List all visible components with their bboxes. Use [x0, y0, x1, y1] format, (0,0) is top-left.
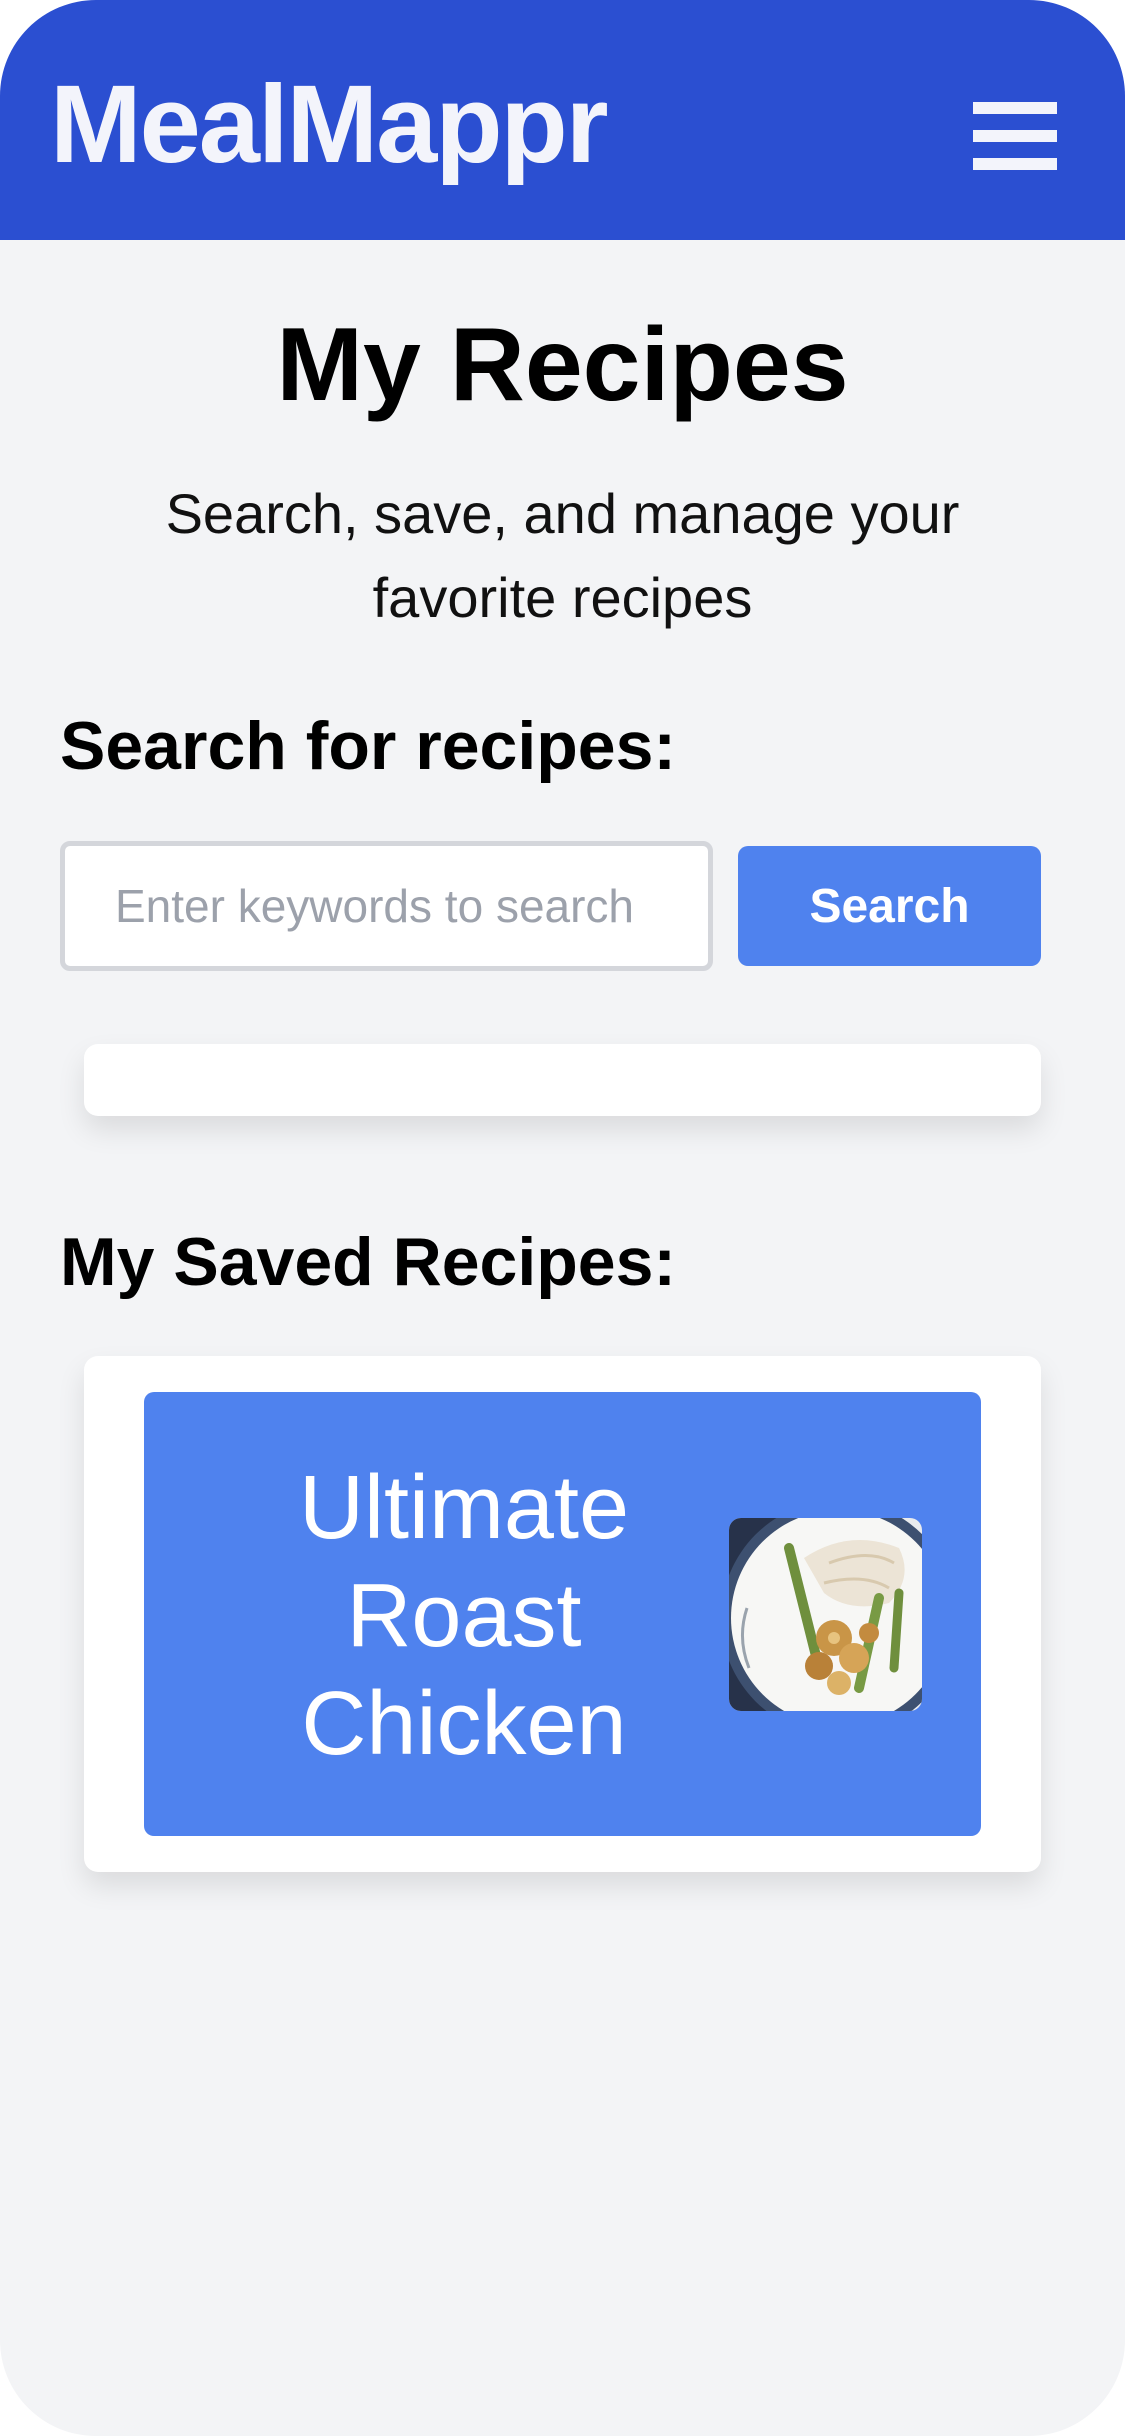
roast-chicken-plate-image [729, 1518, 922, 1711]
hamburger-menu-icon[interactable] [965, 96, 1057, 178]
menu-bar-bottom [973, 158, 1057, 170]
search-heading: Search for recipes: [60, 708, 677, 784]
saved-recipes-heading: My Saved Recipes: [60, 1224, 677, 1300]
page-subtitle: Search, save, and manage your favorite r… [165, 482, 960, 629]
saved-recipe-card[interactable]: Ultimate Roast Chicken [144, 1392, 981, 1836]
saved-recipes-panel: Ultimate Roast Chicken [84, 1356, 1041, 1872]
app-header: MealMappr [0, 0, 1125, 240]
page-title: My Recipes [276, 307, 849, 423]
recipe-title: Ultimate Roast Chicken [298, 1458, 630, 1774]
recipe-thumbnail[interactable] [729, 1518, 922, 1711]
search-results-panel [84, 1044, 1041, 1116]
app-logo[interactable]: MealMappr [50, 60, 609, 190]
app-screen: MealMappr My Recipes Search, save, and m… [0, 0, 1125, 2436]
menu-bar-top [973, 102, 1057, 114]
menu-bar-middle [973, 130, 1057, 142]
search-button[interactable]: Search [738, 846, 1041, 966]
search-input[interactable] [60, 841, 713, 971]
